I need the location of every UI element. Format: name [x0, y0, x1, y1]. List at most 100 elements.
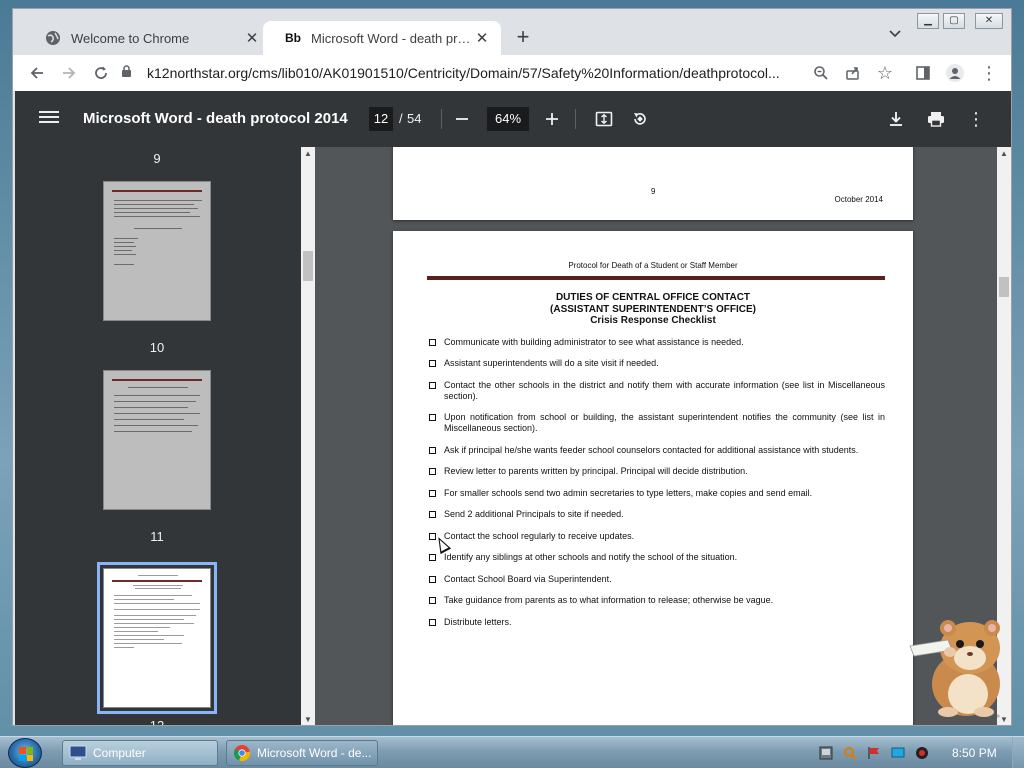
tray-volume-icon[interactable] [914, 745, 930, 761]
checklist-item: Send 2 additional Principals to site if … [429, 509, 885, 520]
tray-search-icon[interactable] [842, 745, 858, 761]
chrome-logo-icon [234, 745, 251, 762]
windows-logo-icon [19, 747, 33, 761]
zoom-magnifier-icon[interactable] [809, 61, 833, 85]
page-number-input[interactable]: 12 [369, 107, 393, 131]
checkbox-icon [429, 490, 436, 497]
pdf-document-title: Microsoft Word - death protocol 2014 [83, 110, 348, 127]
checklist-item: Communicate with building administrator … [429, 337, 885, 348]
checklist-item: Distribute letters. [429, 617, 885, 628]
zoom-level-input[interactable]: 64% [487, 107, 529, 131]
checkbox-icon [429, 382, 436, 389]
close-tab-icon[interactable]: ✕ [243, 29, 261, 47]
tray-network-icon[interactable] [818, 745, 834, 761]
scrollbar-thumb[interactable] [303, 251, 313, 281]
toolbar-divider [441, 109, 442, 129]
globe-icon [45, 30, 61, 46]
checkbox-icon [429, 619, 436, 626]
more-options-icon[interactable]: ⋮ [965, 108, 987, 130]
zoom-out-icon[interactable] [451, 108, 473, 130]
bookmark-star-icon[interactable]: ☆ [873, 61, 897, 85]
checkbox-icon [429, 597, 436, 604]
new-tab-icon[interactable]: + [511, 26, 535, 50]
taskbar-chrome-button[interactable]: Microsoft Word - de... [226, 740, 378, 766]
minimize-icon[interactable]: ▁ [917, 13, 939, 29]
fit-to-page-icon[interactable] [593, 108, 615, 130]
taskbar-computer-button[interactable]: Computer [62, 740, 218, 766]
sidebar-menu-icon[interactable] [39, 108, 59, 128]
tab-death-protocol[interactable]: Bb Microsoft Word - death protocol 2014 … [263, 21, 501, 55]
page-separator: / [399, 111, 403, 126]
checklist-item: Contact the other schools in the distric… [429, 380, 885, 402]
checkbox-icon [429, 414, 436, 421]
tray-display-icon[interactable] [890, 745, 906, 761]
page-thumbnail-10[interactable] [103, 181, 211, 321]
page-thumbnail-12[interactable] [103, 568, 211, 708]
checklist-item: Contact the school regularly to receive … [429, 531, 885, 542]
checklist-item: Assistant superintendents will do a site… [429, 358, 885, 369]
profile-avatar-icon[interactable] [943, 61, 967, 85]
browser-toolbar: k12northstar.org/cms/lib010/AK01901510/C… [13, 55, 1011, 91]
thumbnail-page-number: 12 [149, 718, 165, 726]
download-icon[interactable] [885, 108, 907, 130]
taskbar: Computer Microsoft Word - de... 8:50 PM [0, 736, 1024, 768]
taskbar-button-label: Microsoft Word - de... [257, 746, 372, 760]
lock-icon[interactable] [121, 65, 139, 81]
thumbnail-heading-rule [112, 580, 202, 582]
share-icon[interactable] [841, 61, 865, 85]
print-icon[interactable] [925, 108, 947, 130]
checklist-item: Identify any siblings at other schools a… [429, 552, 885, 563]
close-tab-icon[interactable]: ✕ [473, 29, 491, 47]
checklist-item: Review letter to parents written by prin… [429, 466, 885, 477]
sidebar-scrollbar[interactable]: ▲ ▼ [301, 147, 315, 725]
page-header: Protocol for Death of a Student or Staff… [568, 261, 738, 270]
address-bar[interactable]: k12northstar.org/cms/lib010/AK01901510/C… [121, 59, 911, 87]
hamster-desktop-buddy-icon [909, 620, 1000, 721]
tab-title: Welcome to Chrome [71, 30, 190, 46]
checkbox-icon [429, 360, 436, 367]
side-panel-icon[interactable] [911, 61, 935, 85]
start-button[interactable] [8, 738, 42, 768]
maximize-icon[interactable]: ▢ [943, 13, 965, 29]
checkbox-icon [429, 511, 436, 518]
current-page: Protocol for Death of a Student or Staff… [393, 231, 913, 725]
checklist-item: Take guidance from parents as to what in… [429, 595, 885, 606]
scroll-up-arrow-icon[interactable]: ▲ [301, 147, 315, 161]
checklist-item: Contact School Board via Superintendent. [429, 574, 885, 585]
checkbox-icon [429, 447, 436, 454]
scroll-up-arrow-icon[interactable]: ▲ [997, 147, 1011, 161]
back-arrow-icon[interactable] [25, 61, 49, 85]
zoom-in-icon[interactable] [541, 108, 563, 130]
taskbar-clock[interactable]: 8:50 PM [952, 746, 997, 760]
tab-welcome-to-chrome[interactable]: Welcome to Chrome ✕ [23, 21, 271, 55]
pdf-toolbar: Microsoft Word - death protocol 2014 12 … [15, 91, 1011, 147]
thumbnail-page-number: 9 [153, 151, 161, 166]
taskbar-button-label: Computer [93, 746, 146, 760]
show-desktop-button[interactable] [1012, 737, 1024, 768]
reload-icon[interactable] [89, 61, 113, 85]
computer-icon [69, 745, 87, 760]
tray-flag-icon[interactable] [866, 745, 882, 761]
previous-page: 9 October 2014 [393, 147, 913, 220]
forward-arrow-icon[interactable] [57, 61, 81, 85]
checkbox-icon [429, 468, 436, 475]
page-date-footer: October 2014 [834, 195, 883, 204]
page-thumbnail-11[interactable] [103, 370, 211, 510]
page-number-footer: 9 [651, 187, 656, 196]
checkbox-icon [429, 576, 436, 583]
checklist-item: Upon notification from school or buildin… [429, 412, 885, 434]
close-window-icon[interactable]: ✕ [975, 13, 1003, 29]
checkbox-icon [429, 554, 436, 561]
thumbnail-heading-rule [112, 190, 202, 192]
thumbnail-page-number: 11 [150, 529, 164, 544]
tab-search-chevron-icon[interactable] [885, 27, 905, 47]
scroll-down-arrow-icon[interactable]: ▼ [301, 713, 315, 725]
chrome-menu-icon[interactable]: ⋮ [977, 61, 1001, 85]
thumbnail-heading-rule [112, 379, 202, 381]
scrollbar-thumb[interactable] [999, 277, 1009, 297]
toolbar-divider [575, 109, 576, 129]
url-text: k12northstar.org/cms/lib010/AK01901510/C… [147, 65, 780, 81]
rotate-icon[interactable] [629, 108, 651, 130]
page-title-line-3: Crisis Response Checklist [590, 315, 716, 326]
thumbnail-page-number: 10 [149, 340, 165, 355]
